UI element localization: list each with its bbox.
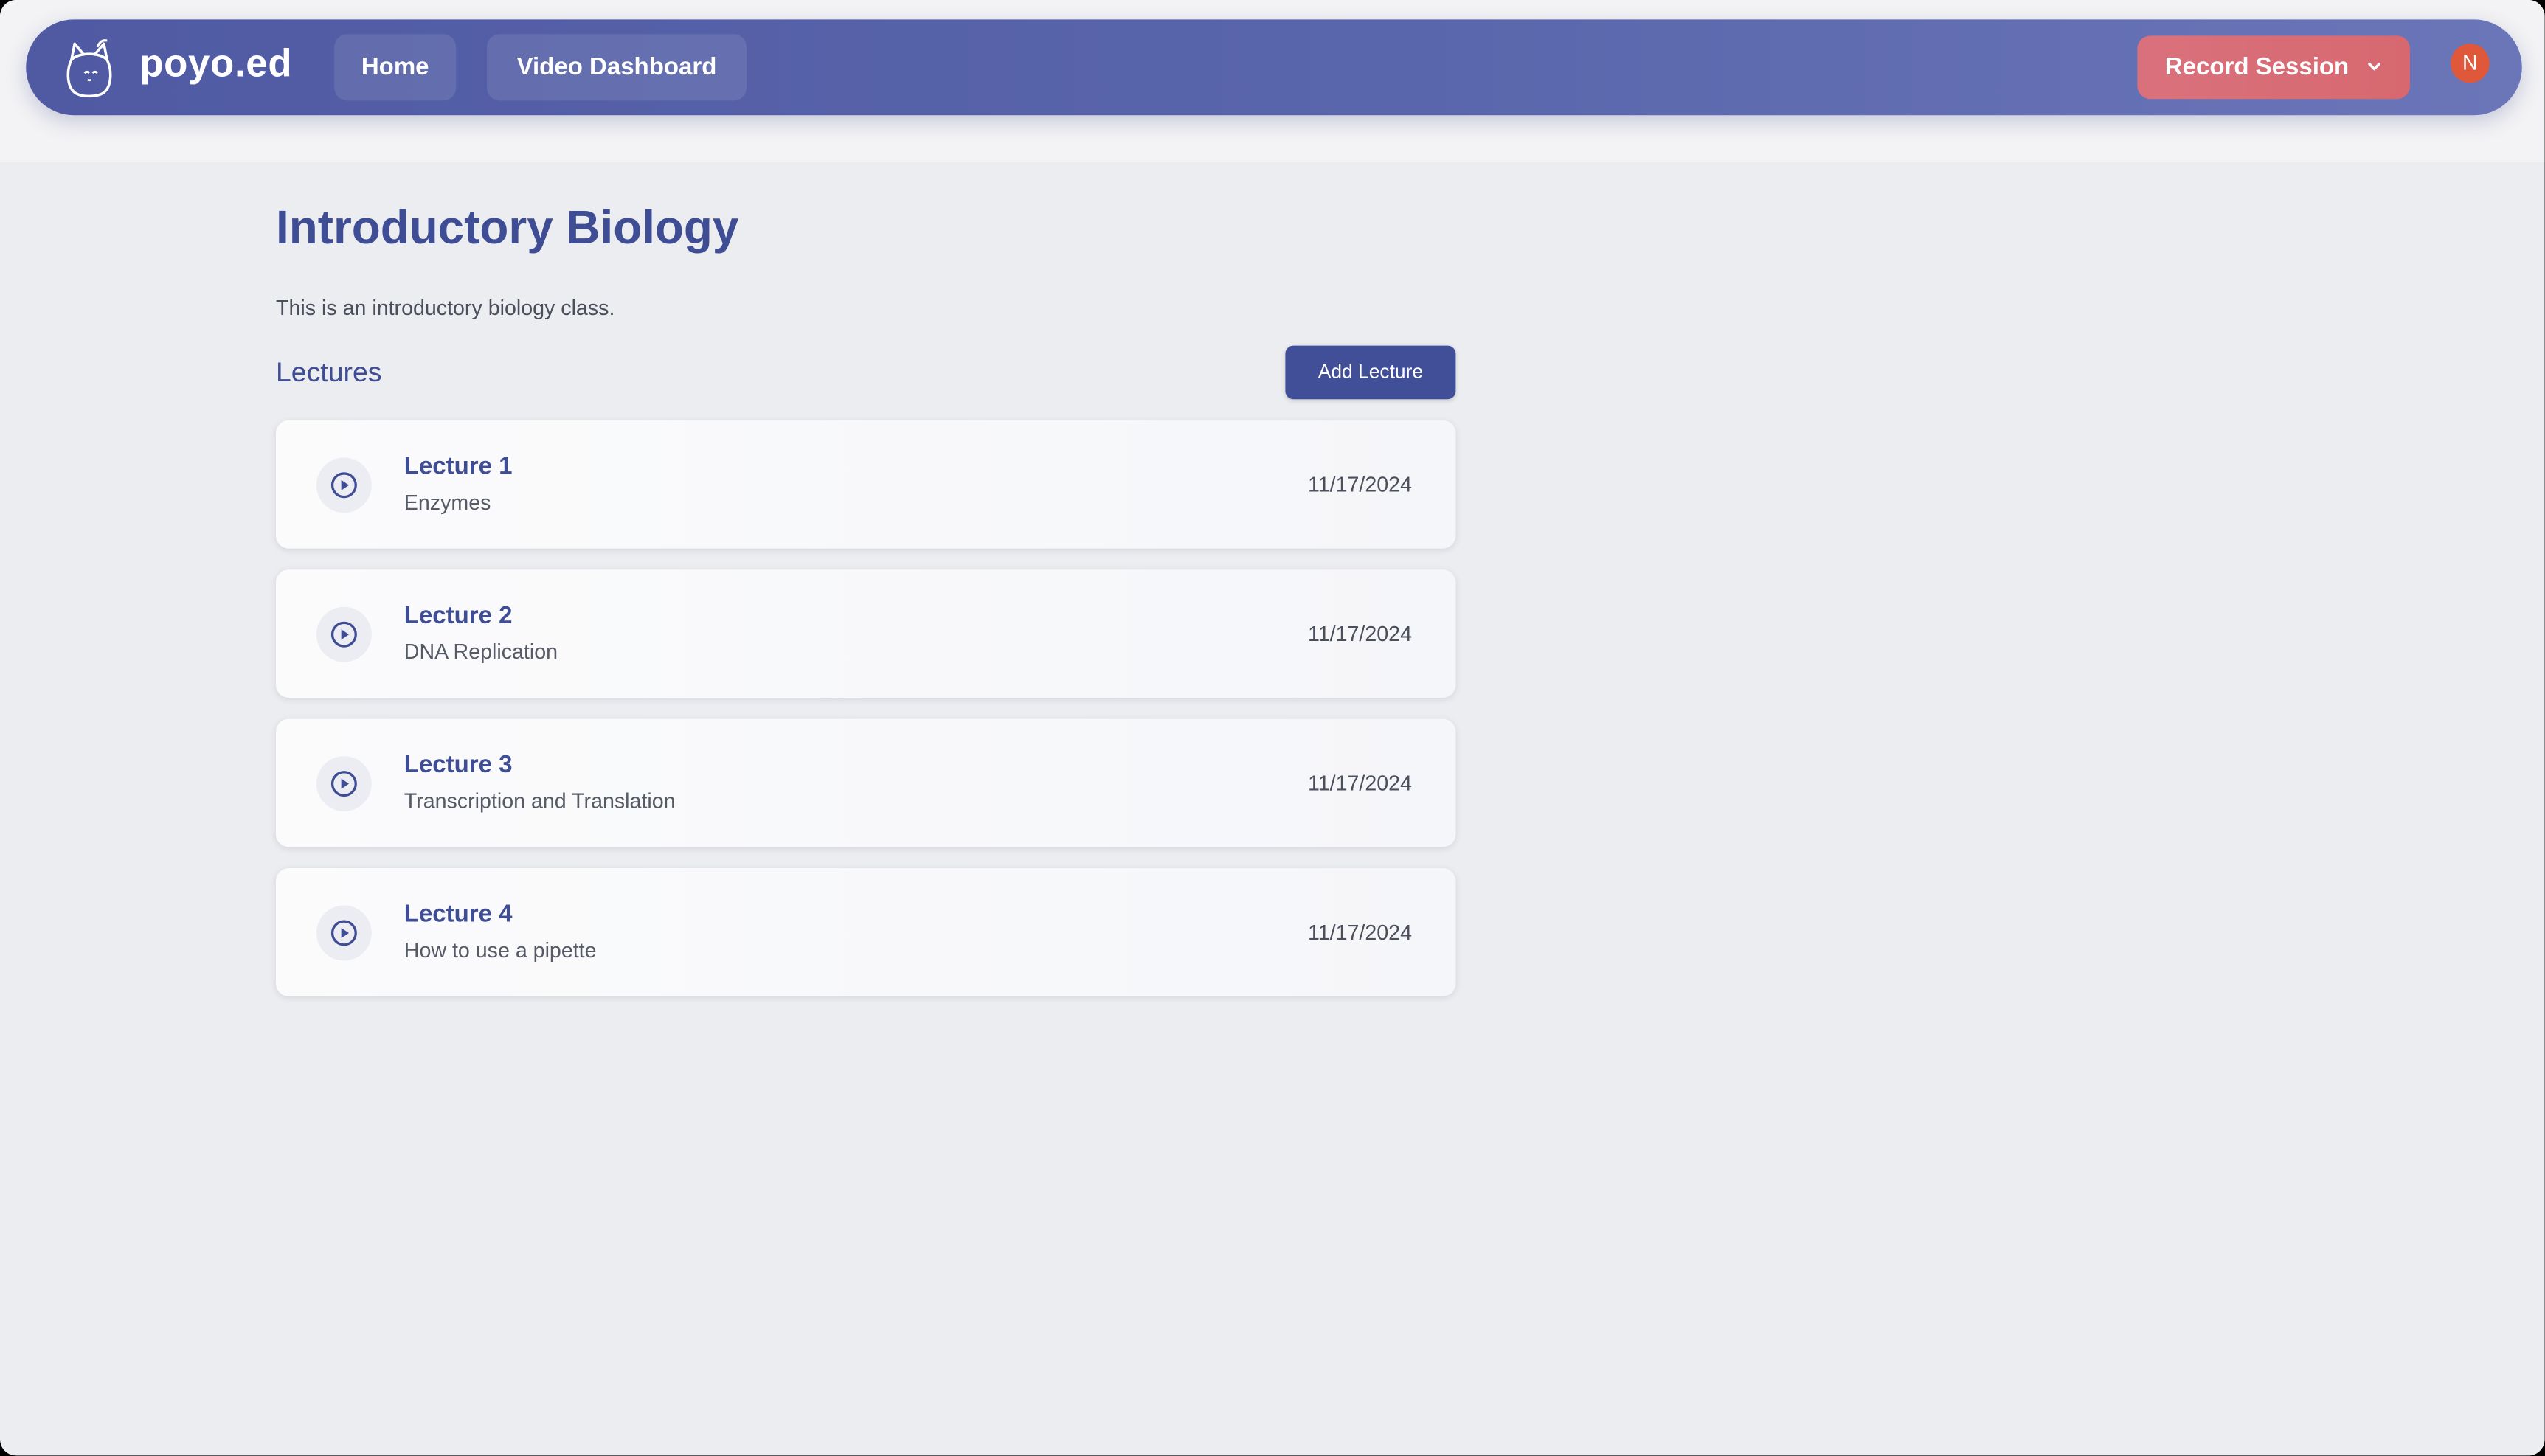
play-circle-icon [330,920,357,946]
lecture-title: Lecture 1 [404,452,513,481]
play-button[interactable] [316,905,372,961]
lecture-topic: How to use a pipette [404,937,597,963]
nav-video-dashboard[interactable]: Video Dashboard [487,34,747,101]
lecture-topic: Enzymes [404,490,491,515]
cat-logo-icon[interactable] [62,38,117,100]
navbar: poyo.ed Home Video Dashboard Record Sess… [26,19,2522,116]
lecture-topic: DNA Replication [404,639,558,664]
lecture-title: Lecture 4 [404,901,513,929]
lectures-heading: Lectures [276,357,382,388]
lecture-card[interactable]: Lecture 1 Enzymes 11/17/2024 [276,420,1456,549]
lecture-date: 11/17/2024 [1307,920,1412,945]
lecture-card[interactable]: Lecture 2 DNA Replication 11/17/2024 [276,569,1456,698]
play-circle-icon [330,771,357,797]
lecture-topic: Transcription and Translation [404,788,676,814]
lecture-date: 11/17/2024 [1307,621,1412,646]
chevron-down-icon [2368,63,2380,71]
lecture-title: Lecture 3 [404,751,513,779]
lecture-card[interactable]: Lecture 4 How to use a pipette 11/17/202… [276,868,1456,996]
play-button[interactable] [316,457,372,513]
page-title: Introductory Biology [276,203,739,255]
lecture-date: 11/17/2024 [1307,771,1412,795]
record-session-button[interactable]: Record Session [2137,35,2410,100]
play-button[interactable] [316,756,372,811]
brand-name[interactable]: poyo.ed [139,42,292,88]
play-button[interactable] [316,606,372,662]
nav-home[interactable]: Home [334,34,457,101]
lecture-date: 11/17/2024 [1307,472,1412,497]
play-circle-icon [330,472,357,499]
lecture-title: Lecture 2 [404,602,513,630]
course-description: This is an introductory biology class. [276,295,615,320]
record-session-label: Record Session [2164,53,2350,81]
lecture-card[interactable]: Lecture 3 Transcription and Translation … [276,718,1456,847]
add-lecture-button[interactable]: Add Lecture [1285,345,1456,400]
app-window: poyo.ed Home Video Dashboard Record Sess… [0,0,2545,1456]
user-avatar[interactable]: N [2451,44,2490,83]
play-circle-icon [330,621,357,648]
